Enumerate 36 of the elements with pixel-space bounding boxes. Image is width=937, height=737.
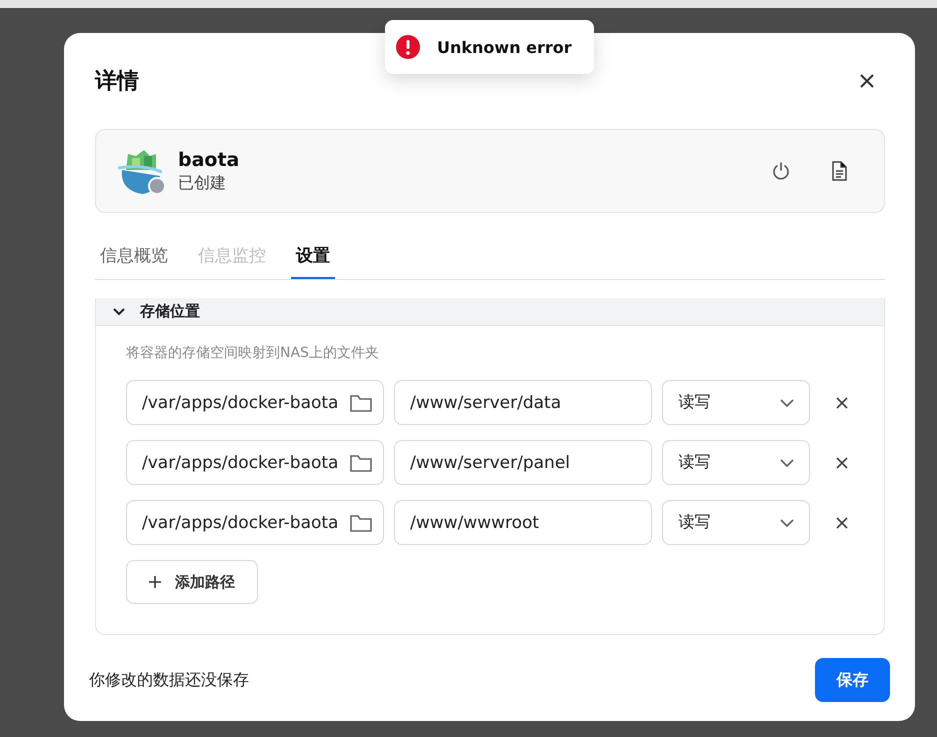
plus-icon bbox=[149, 576, 161, 588]
folder-icon bbox=[349, 512, 374, 532]
container-status: 已创建 bbox=[178, 172, 227, 194]
folder-icon bbox=[349, 392, 374, 412]
status-dot bbox=[148, 177, 166, 195]
section-title: 存储位置 bbox=[140, 302, 200, 321]
section-header[interactable]: 存储位置 bbox=[96, 298, 884, 326]
container-path-field[interactable]: /www/wwwroot bbox=[394, 500, 652, 545]
add-path-button[interactable]: 添加路径 bbox=[126, 560, 258, 604]
container-path-field[interactable]: /www/server/data bbox=[394, 380, 652, 425]
container-path-field[interactable]: /www/server/panel bbox=[394, 440, 652, 485]
tab[interactable]: 信息概览 bbox=[95, 233, 173, 279]
folder-icon bbox=[349, 452, 374, 472]
section-description: 将容器的存储空间映射到NAS上的文件夹 bbox=[126, 344, 380, 362]
document-icon bbox=[830, 161, 848, 181]
mode-select[interactable]: 读写 bbox=[662, 380, 810, 425]
tab[interactable]: 设置 bbox=[291, 233, 335, 279]
container-name: baota bbox=[178, 148, 240, 170]
toast-message: Unknown error bbox=[437, 38, 572, 56]
close-icon bbox=[859, 73, 875, 89]
close-icon bbox=[836, 456, 848, 468]
host-path-field[interactable]: /var/apps/docker-baota bbox=[126, 500, 384, 545]
chevron-down-icon bbox=[780, 458, 794, 468]
dialog-title: 详情 bbox=[95, 68, 139, 96]
mode-select[interactable]: 读写 bbox=[662, 440, 810, 485]
save-button[interactable]: 保存 bbox=[815, 658, 890, 702]
close-icon bbox=[836, 396, 848, 408]
host-path-field[interactable]: /var/apps/docker-baota bbox=[126, 380, 384, 425]
chevron-down-icon bbox=[780, 518, 794, 528]
host-path-field[interactable]: /var/apps/docker-baota bbox=[126, 440, 384, 485]
close-icon bbox=[836, 516, 848, 528]
chevron-down-icon bbox=[780, 398, 794, 408]
error-icon bbox=[395, 34, 421, 60]
unsaved-notice: 你修改的数据还没保存 bbox=[89, 670, 249, 690]
mode-select[interactable]: 读写 bbox=[662, 500, 810, 545]
power-icon bbox=[771, 161, 791, 181]
